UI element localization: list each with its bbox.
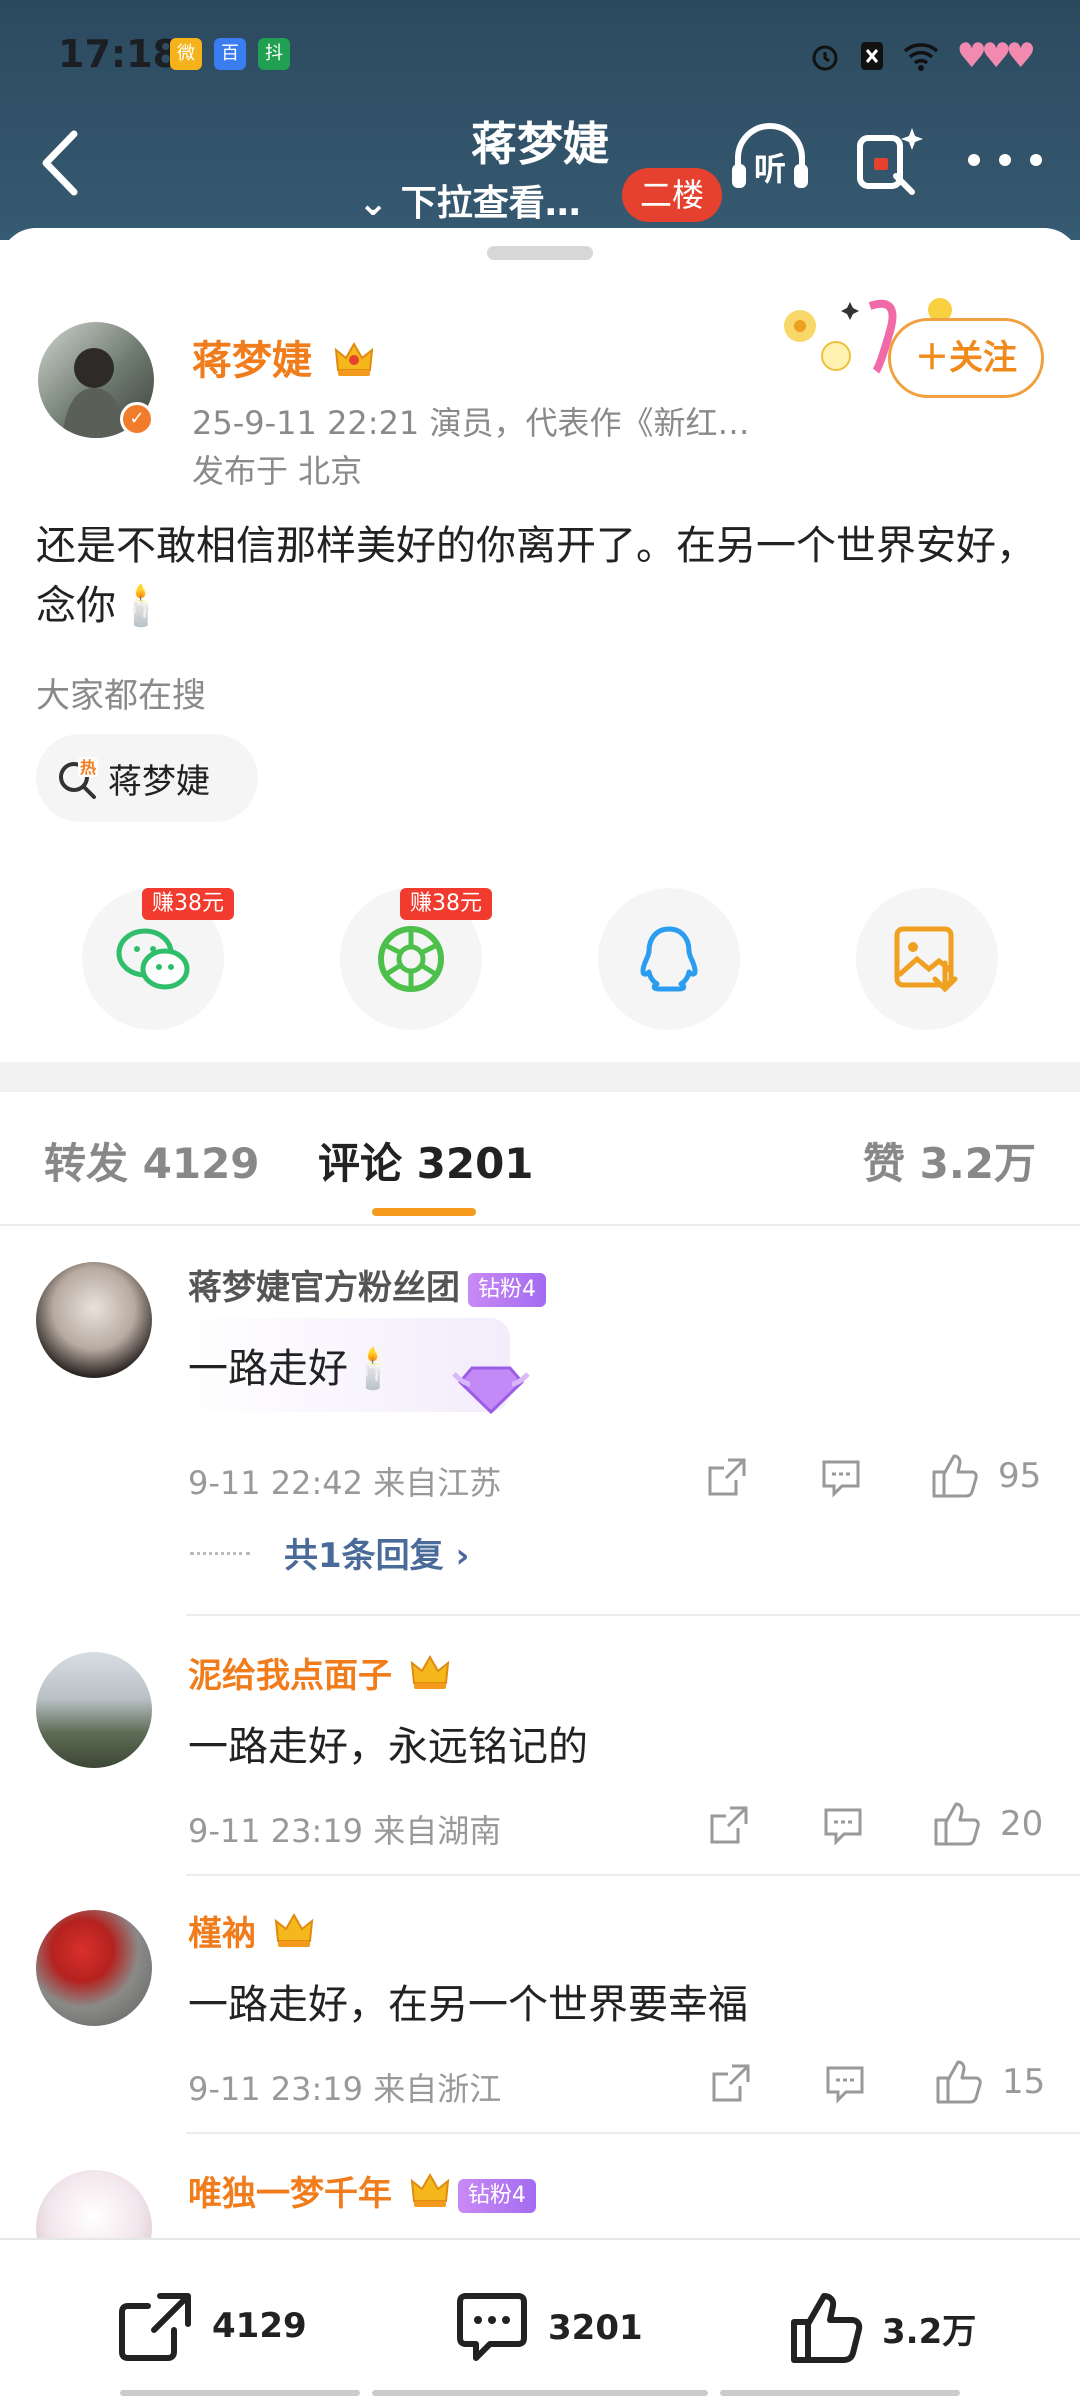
comment-avatar-1[interactable] bbox=[36, 1262, 152, 1378]
comment-time-1: 9-11 22:42 来自江苏 bbox=[188, 1464, 502, 1502]
bottom-repost-count: 4129 bbox=[212, 2306, 307, 2346]
verified-badge-icon: ✓ bbox=[120, 402, 154, 436]
comment-time-2: 9-11 23:19 来自湖南 bbox=[188, 1812, 502, 1850]
comment-author-1-text: 蒋梦婕官方粉丝团 bbox=[188, 1268, 460, 1308]
svg-text:听: 听 bbox=[754, 150, 786, 188]
bottom-repost-button[interactable]: 4129 bbox=[116, 2290, 307, 2362]
vip-crown-icon bbox=[274, 1912, 314, 1947]
save-image-icon bbox=[894, 926, 958, 993]
baidu-notify-icon: 百 bbox=[214, 38, 246, 70]
view-replies-link[interactable]: 共1条回复 › bbox=[284, 1528, 470, 1577]
home-indicator bbox=[372, 2390, 708, 2396]
hot-search-icon: 热 bbox=[59, 757, 98, 799]
alarm-icon bbox=[812, 45, 838, 71]
follow-button[interactable]: ＋关注 bbox=[888, 318, 1044, 398]
comment-author-1[interactable]: 蒋梦婕官方粉丝团 钻粉4 bbox=[188, 1260, 546, 1309]
battery-hearts-icon: ♥♥♥ bbox=[956, 36, 1036, 76]
second-floor-badge[interactable]: 二楼 bbox=[622, 168, 722, 222]
vip-crown-icon bbox=[334, 341, 374, 376]
comment-reply-icon-2[interactable] bbox=[822, 1804, 864, 1846]
search-chip-label: 蒋梦婕 bbox=[108, 761, 210, 802]
comment-reply-icon-3[interactable] bbox=[824, 2062, 866, 2104]
fan-level-badge: 钻粉4 bbox=[468, 1272, 546, 1307]
comment-separator bbox=[186, 2132, 1080, 2134]
trending-search-chip[interactable]: 热 蒋梦婕 bbox=[36, 734, 258, 822]
vip-crown-icon bbox=[410, 1654, 450, 1689]
earn-badge-wechat: 赚38元 bbox=[142, 888, 234, 920]
status-time: 17:18 bbox=[58, 32, 179, 76]
share-qq-button[interactable] bbox=[598, 888, 740, 1030]
comment-author-4-text: 唯独一梦千年 bbox=[188, 2174, 392, 2214]
pull-down-hint[interactable]: ⌄ 下拉查看… bbox=[358, 174, 581, 226]
post-location: 发布于 北京 bbox=[192, 452, 363, 490]
reply-dots bbox=[190, 1552, 250, 1555]
comment-text-2: 一路走好，永远铭记的 bbox=[188, 1724, 588, 1770]
wifi-icon bbox=[903, 43, 938, 71]
tab-reposts[interactable]: 转发 4129 bbox=[44, 1130, 260, 1191]
comment-author-4[interactable]: 唯独一梦千年 钻粉4 bbox=[188, 2166, 536, 2215]
bottom-comment-button[interactable]: 3201 bbox=[454, 2290, 643, 2366]
save-image-button[interactable] bbox=[856, 888, 998, 1030]
home-indicator bbox=[720, 2390, 960, 2396]
drag-handle[interactable] bbox=[487, 246, 593, 260]
comment-text-3: 一路走好，在另一个世界要幸福 bbox=[188, 1982, 748, 2028]
bottom-comment-count: 3201 bbox=[548, 2308, 643, 2348]
comment-avatar-3[interactable] bbox=[36, 1910, 152, 2026]
tab-indicator bbox=[372, 1208, 476, 1216]
comment-separator bbox=[186, 1614, 1080, 1616]
comment-time-3: 9-11 23:19 来自浙江 bbox=[188, 2070, 502, 2108]
comment-like-count-2: 20 bbox=[1000, 1804, 1044, 1844]
app-notify-icon: 抖 bbox=[258, 38, 290, 70]
comment-separator bbox=[186, 1874, 1080, 1876]
like-icon bbox=[791, 2293, 863, 2363]
wechat-icon bbox=[116, 928, 190, 990]
diamond-fan-icon bbox=[452, 1366, 530, 1415]
sim-icon bbox=[860, 42, 883, 70]
comment-icon bbox=[457, 2293, 527, 2361]
poster-name-text: 蒋梦婕 bbox=[192, 338, 312, 384]
home-indicator bbox=[120, 2390, 360, 2396]
post-meta: 25-9-11 22:21 演员，代表作《新红… bbox=[192, 404, 750, 442]
bottom-like-count: 3.2万 bbox=[882, 2311, 977, 2352]
comment-like-icon-2[interactable] bbox=[932, 1800, 980, 1846]
post-content: 还是不敢相信那样美好的你离开了。在另一个世界安好，念你🕯️ bbox=[36, 523, 1036, 629]
comment-author-2-text: 泥给我点面子 bbox=[188, 1656, 392, 1696]
section-divider bbox=[0, 1062, 1080, 1092]
comment-text-1: 一路走好🕯️ bbox=[188, 1346, 398, 1392]
comment-author-3[interactable]: 槿衲 bbox=[188, 1906, 314, 1955]
trending-search-label: 大家都在搜 bbox=[36, 676, 206, 716]
comment-like-count-3: 15 bbox=[1002, 2062, 1046, 2102]
status-right-icons: ♥♥♥ bbox=[809, 36, 1036, 76]
weibo-notify-icon: 微 bbox=[170, 38, 202, 70]
earn-badge-moments: 赚38元 bbox=[400, 888, 492, 920]
repost-icon bbox=[119, 2293, 191, 2361]
comment-reply-icon-1[interactable] bbox=[820, 1456, 862, 1498]
more-icon[interactable] bbox=[964, 150, 1046, 170]
tab-comments[interactable]: 评论 3201 bbox=[318, 1130, 534, 1191]
comment-author-2[interactable]: 泥给我点面子 bbox=[188, 1648, 450, 1697]
qq-icon bbox=[640, 926, 698, 992]
tab-likes[interactable]: 赞 3.2万 bbox=[863, 1130, 1036, 1191]
comment-like-icon-3[interactable] bbox=[934, 2058, 982, 2104]
poster-name[interactable]: 蒋梦婕 bbox=[192, 328, 374, 386]
red-packet-search-icon[interactable] bbox=[852, 120, 932, 200]
bottom-like-button[interactable]: 3.2万 bbox=[788, 2290, 976, 2366]
comment-share-icon-2[interactable] bbox=[708, 1804, 750, 1846]
comment-like-icon-1[interactable] bbox=[930, 1452, 978, 1498]
moments-icon bbox=[378, 926, 444, 992]
fan-level-badge: 钻粉4 bbox=[457, 2178, 536, 2213]
comment-share-icon-3[interactable] bbox=[710, 2062, 752, 2104]
comment-like-count-1: 95 bbox=[998, 1456, 1042, 1496]
comment-author-3-text: 槿衲 bbox=[188, 1914, 256, 1954]
svg-text:热: 热 bbox=[80, 758, 96, 777]
listen-icon[interactable]: 听 bbox=[728, 120, 812, 196]
comment-avatar-2[interactable] bbox=[36, 1652, 152, 1768]
comment-share-icon-1[interactable] bbox=[706, 1456, 748, 1498]
vip-crown-icon bbox=[410, 2172, 450, 2207]
tab-divider bbox=[0, 1224, 1080, 1226]
